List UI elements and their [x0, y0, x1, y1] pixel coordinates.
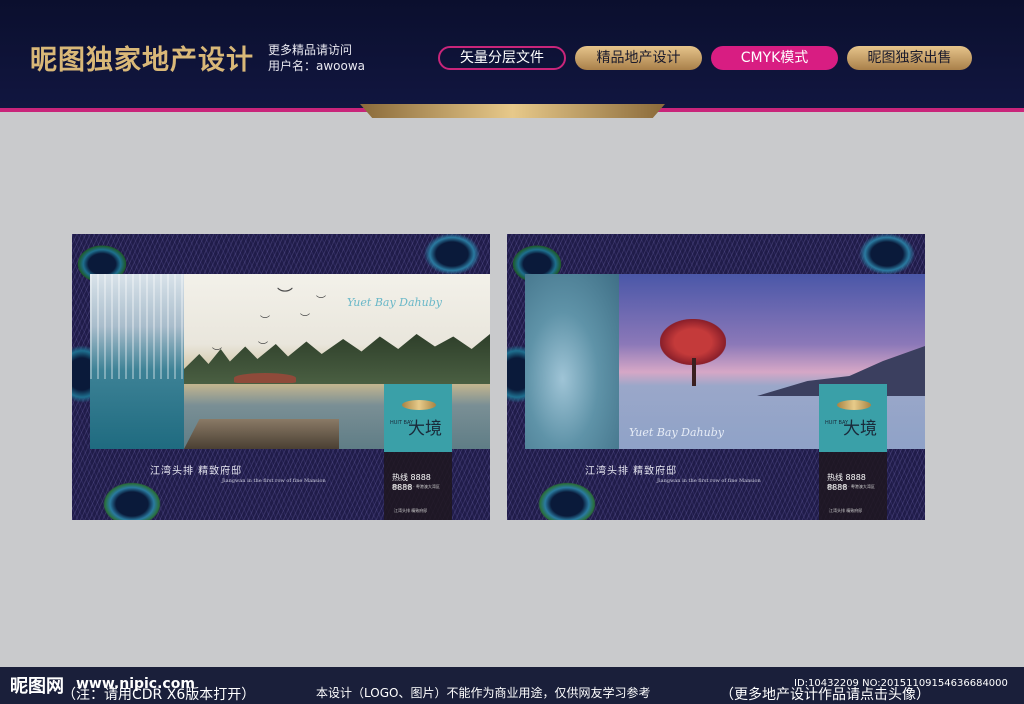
- info-footer-text: 江湾头排 精致府邸: [394, 508, 428, 513]
- tree-trunk-shape: [692, 358, 696, 386]
- tag-vector-layers[interactable]: 矢量分层文件: [438, 46, 566, 70]
- billboard-design-1[interactable]: ︶ ︶ ︶ ︶ ︶ ︶ Yuet Bay Dahuby HUIT BAY 大境 …: [72, 234, 490, 520]
- logo-text: 大境: [408, 419, 442, 439]
- bird-icon: ︶: [258, 342, 268, 353]
- slogan-english: Jiangwan in the first row of fine Mansio…: [222, 478, 326, 484]
- snow-forest-photo: [90, 274, 184, 449]
- wooden-deck-shape: [184, 419, 339, 449]
- bird-icon: ︶: [316, 296, 326, 307]
- tag-exclusive-sale[interactable]: 昵图独家出售: [847, 46, 972, 70]
- info-footer-text: 江湾头排 精致府邸: [829, 508, 863, 513]
- header-gold-tab: [360, 104, 665, 118]
- brand-logo-card: HUIT BAY 大境: [384, 384, 452, 452]
- nipic-logo[interactable]: 昵图网: [10, 672, 64, 698]
- contact-info-card: 热线 8888 8888 地址：中国 · 粤港澳大湾区 江湾头排 精致府邸: [384, 452, 452, 520]
- address-line: 地址：中国 · 粤港澳大湾区: [827, 484, 875, 489]
- gold-leaf-logo-icon: [837, 400, 871, 410]
- bird-icon: ︶: [260, 316, 270, 327]
- bird-icon: ︶: [212, 348, 222, 359]
- contact-info-card: 热线 8888 8888 地址：中国 · 粤港澳大湾区 江湾头排 精致府邸: [819, 452, 887, 520]
- slogan-english: Jiangwan in the first row of fine Mansio…: [657, 478, 761, 484]
- address-line: 地址：中国 · 粤港澳大湾区: [392, 484, 440, 489]
- tag-premium-design[interactable]: 精品地产设计: [575, 46, 702, 70]
- parasol-shape: [234, 373, 296, 383]
- logo-text: 大境: [843, 419, 877, 439]
- brand-title: 昵图独家地产设计: [30, 45, 254, 76]
- header-subtitle: 更多精品请访问: [268, 43, 353, 57]
- header-username: 用户名：awoowa: [268, 59, 366, 73]
- script-tagline: Yuet Bay Dahuby: [347, 296, 442, 309]
- billboard-design-2[interactable]: Yuet Bay Dahuby HUIT BAY 大境 热线 8888 8888…: [507, 234, 925, 520]
- script-tagline: Yuet Bay Dahuby: [629, 426, 724, 439]
- gold-leaf-logo-icon: [402, 400, 436, 410]
- bird-icon: ︶: [277, 286, 294, 305]
- brand-logo-card: HUIT BAY 大境: [819, 384, 887, 452]
- slogan-chinese: 江湾头排 精致府邸: [585, 466, 678, 477]
- slogan-chinese: 江湾头排 精致府邸: [150, 466, 243, 477]
- footer-image-id: ID:10432209 NO:20151109154636684000: [794, 678, 1008, 689]
- tag-cmyk-mode[interactable]: CMYK模式: [711, 46, 838, 70]
- flower-petal-photo: [525, 274, 619, 449]
- bird-icon: ︶: [300, 314, 310, 325]
- footer-version-note: （注：请用CDR X6版本打开）: [62, 687, 256, 703]
- footer-usage-note: 本设计（LOGO、图片）不能作为商业用途，仅供网友学习参考: [316, 686, 651, 700]
